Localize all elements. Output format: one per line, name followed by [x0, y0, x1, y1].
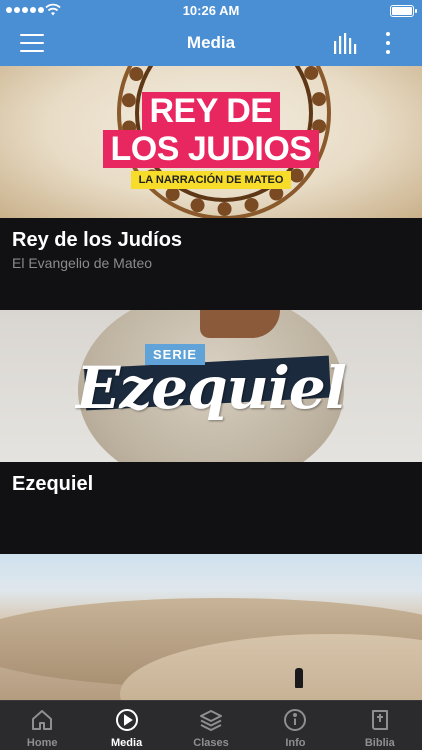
artwork-badge: SERIE	[145, 344, 206, 365]
tab-biblia[interactable]: Biblia	[338, 701, 422, 750]
info-icon	[284, 709, 307, 731]
artwork-title-block: REY DE LOS JUDIOS LA NARRACIÓN DE MATEO	[0, 92, 422, 189]
tab-label: Clases	[193, 737, 229, 749]
tab-label: Media	[111, 737, 143, 749]
tab-clases[interactable]: Clases	[169, 701, 253, 750]
card-title: Ezequiel	[12, 473, 94, 495]
artwork-title-line1: REY DE	[141, 92, 281, 130]
tab-media[interactable]: Media	[84, 701, 168, 750]
card-info: Ezequiel	[0, 462, 422, 554]
tab-home[interactable]: Home	[0, 701, 84, 750]
home-icon	[32, 710, 53, 730]
media-feed[interactable]: REY DE LOS JUDIOS LA NARRACIÓN DE MATEO …	[0, 66, 422, 700]
series-artwork-ezequiel: Ezequiel SERIE	[0, 310, 422, 462]
series-artwork-rey-de-los-judios: REY DE LOS JUDIOS LA NARRACIÓN DE MATEO	[0, 66, 422, 218]
tab-bar: Home Media Clases Info Biblia	[0, 700, 422, 750]
series-artwork-desert	[0, 554, 422, 700]
play-circle-icon	[115, 709, 138, 731]
media-card[interactable]: REY DE LOS JUDIOS LA NARRACIÓN DE MATEO …	[0, 66, 422, 310]
more-options-button[interactable]	[380, 32, 396, 56]
status-bar: 10:26 AM	[0, 0, 422, 22]
media-card[interactable]	[0, 554, 422, 700]
nav-bar: Media	[0, 22, 422, 66]
page-title: Media	[186, 33, 236, 52]
artwork-title-line2: LOS JUDIOS	[102, 130, 320, 168]
artwork-tagline: LA NARRACIÓN DE MATEO	[130, 171, 292, 189]
tab-label: Info	[285, 737, 306, 749]
media-card[interactable]: Ezequiel SERIE Ezequiel	[0, 310, 422, 554]
layers-icon	[200, 710, 223, 731]
walking-figure-image	[295, 668, 303, 688]
audio-levels-button[interactable]	[333, 33, 357, 55]
battery-icon	[390, 5, 417, 17]
more-vertical-icon	[386, 32, 390, 36]
card-subtitle: El Evangelio de Mateo	[12, 255, 153, 271]
tab-label: Home	[26, 737, 58, 749]
tab-info[interactable]: Info	[253, 701, 337, 750]
tab-label: Biblia	[364, 737, 395, 749]
card-title: Rey de los Judíos	[12, 229, 183, 251]
card-info: Rey de los Judíos El Evangelio de Mateo	[0, 218, 422, 310]
bible-icon	[371, 710, 388, 730]
artwork-script-title: Ezequiel	[76, 354, 347, 422]
status-time: 10:26 AM	[182, 3, 240, 18]
